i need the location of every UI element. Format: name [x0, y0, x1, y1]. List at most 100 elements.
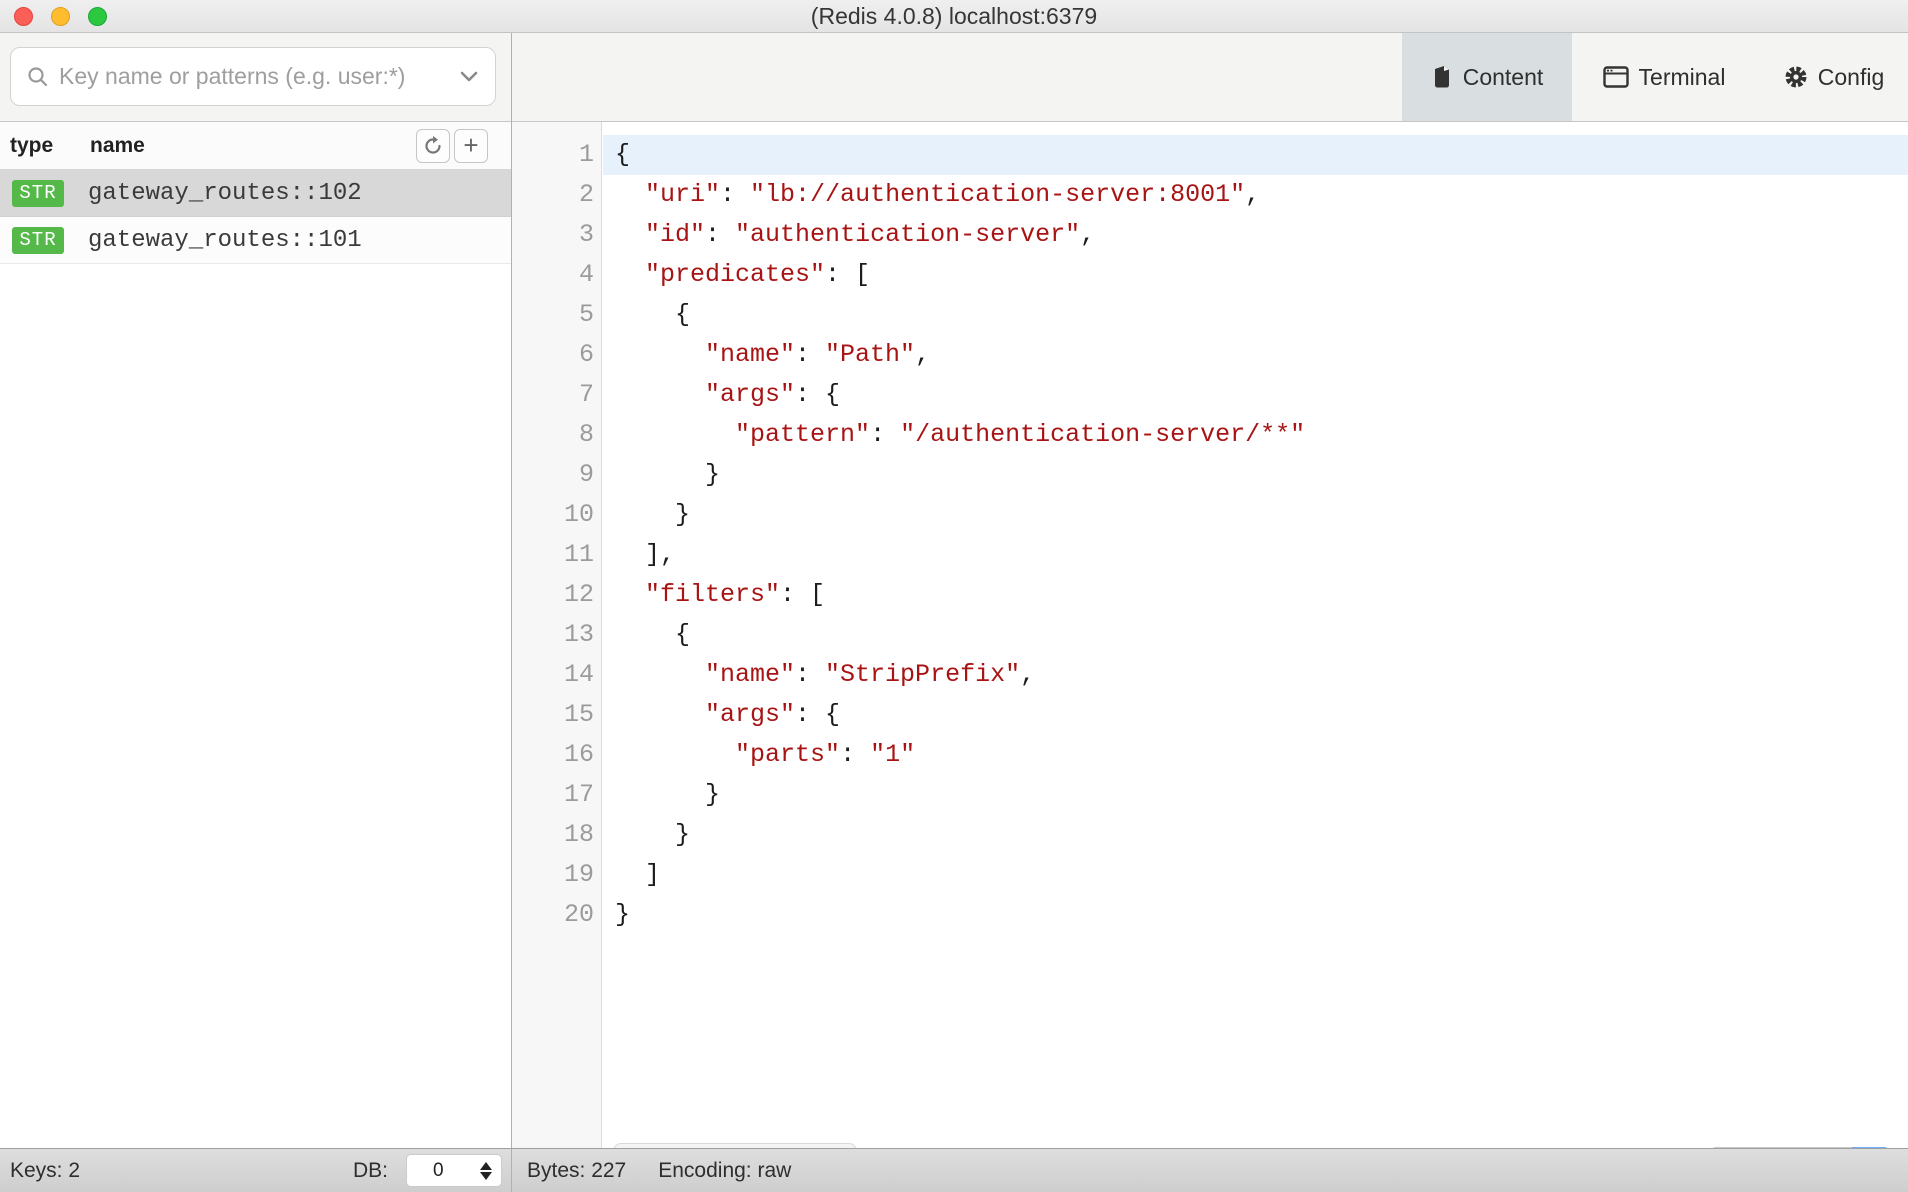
editor-line[interactable]: 10 }	[512, 495, 1908, 535]
line-number: 1	[512, 135, 594, 175]
tab-content-label: Content	[1463, 64, 1544, 91]
editor-line[interactable]: 12 "filters": [	[512, 575, 1908, 615]
key-name: gateway_routes::101	[88, 227, 362, 254]
editor-line[interactable]: 11 ],	[512, 535, 1908, 575]
line-code: ],	[603, 535, 1908, 575]
line-code: "name": "Path",	[603, 335, 1908, 375]
line-code: "args": {	[603, 375, 1908, 415]
line-number: 13	[512, 615, 594, 655]
editor-line[interactable]: 18 }	[512, 815, 1908, 855]
line-code: "parts": "1"	[603, 735, 1908, 775]
book-icon	[1431, 65, 1453, 89]
view-tabs: Content Terminal	[512, 33, 1908, 122]
plus-icon: +	[463, 132, 478, 158]
line-code: {	[603, 295, 1908, 335]
line-number: 6	[512, 335, 594, 375]
line-number: 3	[512, 215, 594, 255]
editor-line[interactable]: 14 "name": "StripPrefix",	[512, 655, 1908, 695]
search-input[interactable]: Key name or patterns (e.g. user:*)	[10, 47, 496, 106]
sidebar-toolbar: Key name or patterns (e.g. user:*)	[0, 33, 511, 122]
line-code: "predicates": [	[603, 255, 1908, 295]
chevron-down-icon[interactable]	[459, 71, 479, 83]
statusbar: Keys: 2 DB: 0 Bytes: 227 Encoding: raw	[0, 1148, 1908, 1192]
line-number: 17	[512, 775, 594, 815]
code-editor[interactable]: 1{2 "uri": "lb://authentication-server:8…	[512, 122, 1908, 1148]
line-number: 8	[512, 415, 594, 455]
line-code: "id": "authentication-server",	[603, 215, 1908, 255]
line-code: {	[603, 135, 1908, 175]
editor-line[interactable]: 9 }	[512, 455, 1908, 495]
encoding-info: Encoding: raw	[658, 1159, 791, 1183]
line-number: 18	[512, 815, 594, 855]
key-row[interactable]: STR gateway_routes::101	[0, 217, 511, 264]
tab-terminal-label: Terminal	[1639, 64, 1726, 91]
zoom-window-button[interactable]	[88, 7, 107, 26]
editor-line[interactable]: 3 "id": "authentication-server",	[512, 215, 1908, 255]
line-code: "pattern": "/authentication-server/**"	[603, 415, 1908, 455]
line-number: 2	[512, 175, 594, 215]
line-number: 15	[512, 695, 594, 735]
line-code: ]	[603, 855, 1908, 895]
window-title: (Redis 4.0.8) localhost:6379	[811, 3, 1097, 30]
line-code: }	[603, 775, 1908, 815]
key-row[interactable]: STRgateway_routes::102	[0, 170, 511, 217]
editor-line[interactable]: 13 {	[512, 615, 1908, 655]
line-code: "name": "StripPrefix",	[603, 655, 1908, 695]
editor-line[interactable]: 20}	[512, 895, 1908, 935]
line-code: }	[603, 495, 1908, 535]
key-type-badge: STR	[12, 227, 64, 254]
tab-content[interactable]: Content	[1402, 33, 1572, 121]
refresh-icon	[423, 136, 443, 156]
editor-line[interactable]: 4 "predicates": [	[512, 255, 1908, 295]
line-number: 14	[512, 655, 594, 695]
gear-icon	[1784, 65, 1808, 89]
line-code: "filters": [	[603, 575, 1908, 615]
search-placeholder: Key name or patterns (e.g. user:*)	[59, 63, 451, 90]
editor-line[interactable]: 15 "args": {	[512, 695, 1908, 735]
add-key-button[interactable]: +	[454, 129, 488, 163]
line-number: 4	[512, 255, 594, 295]
tab-terminal[interactable]: Terminal	[1584, 33, 1744, 121]
terminal-icon	[1603, 66, 1629, 88]
search-icon	[27, 66, 49, 88]
keys-count: Keys: 2	[10, 1159, 80, 1183]
tab-config-label: Config	[1818, 64, 1884, 91]
editor-line[interactable]: 6 "name": "Path",	[512, 335, 1908, 375]
editor-line[interactable]: 1{	[512, 135, 1908, 175]
key-type-badge: STR	[12, 180, 64, 207]
column-header-name: name	[90, 134, 145, 158]
line-code: }	[603, 455, 1908, 495]
app-window: (Redis 4.0.8) localhost:6379 Key name or…	[0, 0, 1908, 1192]
line-number: 12	[512, 575, 594, 615]
line-code: "uri": "lb://authentication-server:8001"…	[603, 175, 1908, 215]
line-number: 7	[512, 375, 594, 415]
line-code: }	[603, 815, 1908, 855]
sidebar: Key name or patterns (e.g. user:*) type …	[0, 33, 512, 1148]
statusbar-right: Bytes: 227 Encoding: raw	[512, 1149, 1908, 1192]
db-select[interactable]: 0	[406, 1154, 502, 1187]
titlebar: (Redis 4.0.8) localhost:6379	[0, 0, 1908, 33]
editor-line[interactable]: 7 "args": {	[512, 375, 1908, 415]
editor-line[interactable]: 8 "pattern": "/authentication-server/**"	[512, 415, 1908, 455]
minimize-window-button[interactable]	[51, 7, 70, 26]
editor-line[interactable]: 17 }	[512, 775, 1908, 815]
editor-line[interactable]: 2 "uri": "lb://authentication-server:800…	[512, 175, 1908, 215]
line-number: 11	[512, 535, 594, 575]
tab-config[interactable]: Config	[1760, 33, 1908, 121]
editor-line[interactable]: 5 {	[512, 295, 1908, 335]
db-stepper-icon	[480, 1162, 492, 1180]
line-number: 10	[512, 495, 594, 535]
editor-line[interactable]: 19 ]	[512, 855, 1908, 895]
line-number: 9	[512, 455, 594, 495]
close-window-button[interactable]	[14, 7, 33, 26]
line-number: 19	[512, 855, 594, 895]
key-list: STRgateway_routes::102STRgateway_routes:…	[0, 170, 511, 1148]
column-header-type: type	[10, 134, 53, 158]
refresh-keys-button[interactable]	[416, 129, 450, 163]
statusbar-left: Keys: 2 DB: 0	[0, 1149, 512, 1192]
key-table-header: type name +	[0, 122, 511, 170]
editor-line[interactable]: 16 "parts": "1"	[512, 735, 1908, 775]
line-number: 16	[512, 735, 594, 775]
line-code: }	[603, 895, 1908, 935]
traffic-lights	[14, 7, 107, 26]
